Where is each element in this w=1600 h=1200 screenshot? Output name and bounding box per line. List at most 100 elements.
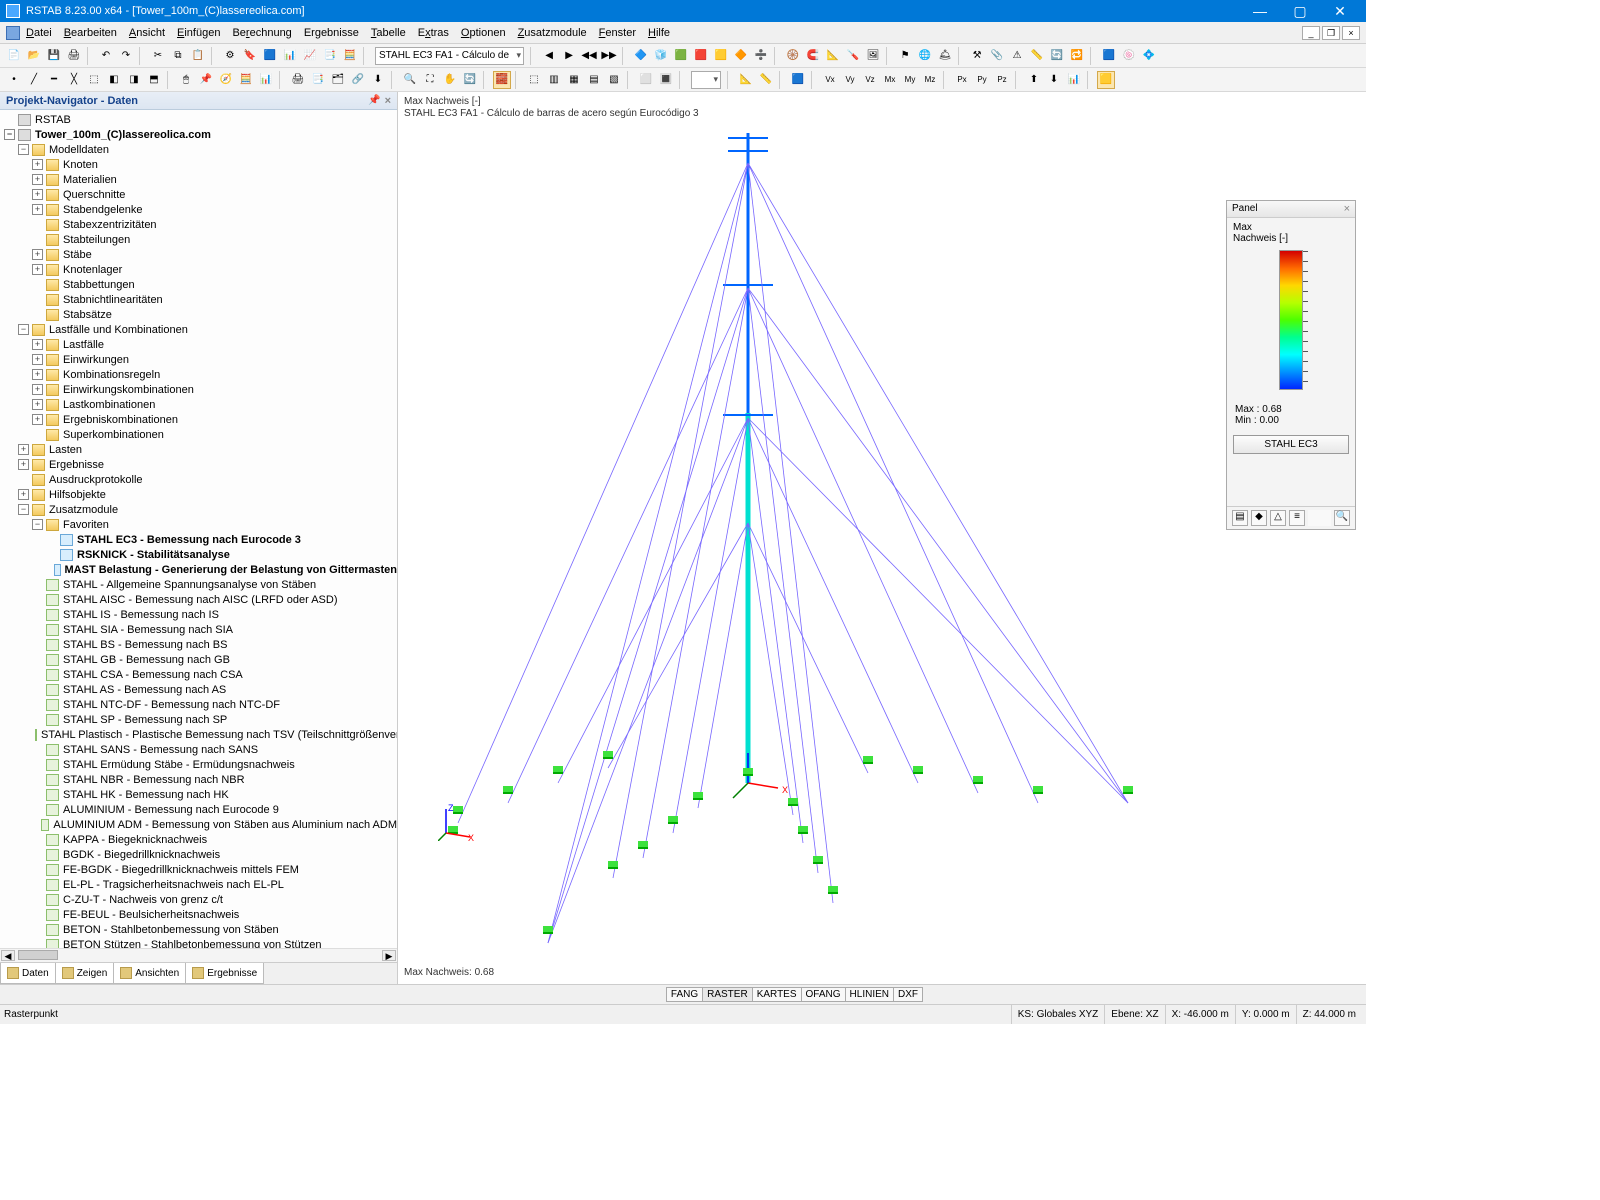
tree-item[interactable]: Stabbettungen — [4, 277, 397, 292]
tab-daten[interactable]: Daten — [0, 963, 56, 984]
tool-icon[interactable]: 🟦 — [789, 71, 807, 89]
tool-icon[interactable]: 🖱 — [177, 71, 195, 89]
tree-item[interactable]: KAPPA - Biegeknicknachweis — [4, 832, 397, 847]
tool-icon[interactable]: 📊 — [257, 71, 275, 89]
tree-item[interactable]: RSTAB — [4, 112, 397, 127]
rotate-icon[interactable]: 🔄 — [461, 71, 479, 89]
tool-icon[interactable]: 🟩 — [672, 47, 690, 65]
tree-item[interactable]: STAHL NBR - Bemessung nach NBR — [4, 772, 397, 787]
tool-icon[interactable]: 🌐 — [916, 47, 934, 65]
snap-fang[interactable]: FANG — [666, 987, 703, 1002]
tool-icon[interactable]: 🧭 — [217, 71, 235, 89]
tree-item[interactable]: +Querschnitte — [4, 187, 397, 202]
tool-icon[interactable]: Vy — [841, 71, 859, 89]
tree-item[interactable]: STAHL SIA - Bemessung nach SIA — [4, 622, 397, 637]
tree-item[interactable]: Stabteilungen — [4, 232, 397, 247]
tool-icon[interactable]: 🔗 — [349, 71, 367, 89]
mdi-minimize[interactable]: _ — [1302, 26, 1320, 40]
tree-item[interactable]: STAHL - Allgemeine Spannungsanalyse von … — [4, 577, 397, 592]
tool-icon[interactable]: 🟦 — [261, 47, 279, 65]
tree-item[interactable]: −Favoriten — [4, 517, 397, 532]
panel-tool-icon[interactable]: ◆ — [1251, 510, 1267, 526]
tree-item[interactable]: STAHL SANS - Bemessung nach SANS — [4, 742, 397, 757]
line-icon[interactable]: ╱ — [25, 71, 43, 89]
tree-item[interactable]: +Knotenlager — [4, 262, 397, 277]
paste-icon[interactable]: 📋 — [189, 47, 207, 65]
tree-item[interactable]: STAHL SP - Bemessung nach SP — [4, 712, 397, 727]
tool-icon[interactable]: 🟦 — [1100, 47, 1118, 65]
tree-item[interactable]: Stabnichtlinearitäten — [4, 292, 397, 307]
tool-icon[interactable]: 💠 — [1140, 47, 1158, 65]
tool-icon[interactable]: 📊 — [281, 47, 299, 65]
menu-zusatzmodule[interactable]: Zusatzmodule — [518, 27, 587, 39]
cut-icon[interactable]: ✂ — [149, 47, 167, 65]
menu-optionen[interactable]: Optionen — [461, 27, 506, 39]
panel-tool-icon[interactable]: ≡ — [1289, 510, 1305, 526]
tree-item[interactable]: −Modelldaten — [4, 142, 397, 157]
snap-ofang[interactable]: OFANG — [801, 987, 846, 1002]
tool-icon[interactable]: 🧊 — [652, 47, 670, 65]
panel-module-button[interactable]: STAHL EC3 — [1233, 435, 1349, 454]
tool-icon[interactable]: ▧ — [605, 71, 623, 89]
tool-icon[interactable]: Pz — [993, 71, 1011, 89]
pin-icon[interactable]: 📌 — [368, 95, 380, 106]
tool-icon[interactable]: 📌 — [197, 71, 215, 89]
tree-item[interactable]: STAHL AISC - Bemessung nach AISC (LRFD o… — [4, 592, 397, 607]
first-icon[interactable]: ◀◀ — [580, 47, 598, 65]
tool-icon[interactable]: 🟥 — [692, 47, 710, 65]
snap-raster[interactable]: RASTER — [702, 987, 753, 1002]
tree-item[interactable]: +Hilfsobjekte — [4, 487, 397, 502]
tool-icon[interactable]: ⚠ — [1008, 47, 1026, 65]
tool-icon[interactable]: ⬚ — [525, 71, 543, 89]
tree-item[interactable]: STAHL Plastisch - Plastische Bemessung n… — [4, 727, 397, 742]
tree-item[interactable]: +Einwirkungskombinationen — [4, 382, 397, 397]
tree-item[interactable]: +Kombinationsregeln — [4, 367, 397, 382]
last-icon[interactable]: ▶▶ — [600, 47, 618, 65]
tool-icon[interactable]: 📐 — [737, 71, 755, 89]
tab-zeigen[interactable]: Zeigen — [55, 963, 115, 984]
tab-ergebnisse[interactable]: Ergebnisse — [185, 963, 264, 984]
mdi-restore[interactable]: ❐ — [1322, 26, 1340, 40]
tree-item[interactable]: EL-PL - Tragsicherheitsnachweis nach EL-… — [4, 877, 397, 892]
tree-item[interactable]: +Einwirkungen — [4, 352, 397, 367]
tool-icon[interactable]: ⚑ — [896, 47, 914, 65]
panel-tool-icon[interactable]: ▤ — [1232, 510, 1248, 526]
tool-icon[interactable]: 📈 — [301, 47, 319, 65]
tree-item[interactable]: FE-BGDK - Biegedrillknicknachweis mittel… — [4, 862, 397, 877]
tool-icon[interactable]: 🧮 — [237, 71, 255, 89]
tool-icon[interactable]: 🔁 — [1068, 47, 1086, 65]
tree-item[interactable]: −Zusatzmodule — [4, 502, 397, 517]
tree-item[interactable]: +Stäbe — [4, 247, 397, 262]
minimize-button[interactable]: — — [1240, 3, 1280, 19]
small-combo[interactable] — [691, 71, 721, 89]
tool-icon[interactable]: 🛎 — [936, 47, 954, 65]
tool-icon[interactable]: 🟨 — [1097, 71, 1115, 89]
tree-item[interactable]: +Knoten — [4, 157, 397, 172]
navigator-tree[interactable]: RSTAB−Tower_100m_(C)lassereolica.com−Mod… — [0, 110, 397, 948]
tree-item[interactable]: STAHL EC3 - Bemessung nach Eurocode 3 — [4, 532, 397, 547]
tool-icon[interactable]: 🔄 — [1048, 47, 1066, 65]
panel-tool-icon[interactable]: △ — [1270, 510, 1286, 526]
tree-item[interactable]: STAHL AS - Bemessung nach AS — [4, 682, 397, 697]
tool-icon[interactable]: Vz — [861, 71, 879, 89]
snap-kartes[interactable]: KARTES — [752, 987, 802, 1002]
tree-item[interactable]: Stabexzentrizitäten — [4, 217, 397, 232]
tree-item[interactable]: STAHL HK - Bemessung nach HK — [4, 787, 397, 802]
mdi-close[interactable]: × — [1342, 26, 1360, 40]
copy-icon[interactable]: ⧉ — [169, 47, 187, 65]
tool-icon[interactable]: ⬆ — [1025, 71, 1043, 89]
tab-ansichten[interactable]: Ansichten — [113, 963, 186, 984]
menu-extras[interactable]: Extras — [418, 27, 449, 39]
tool-icon[interactable]: ⬚ — [85, 71, 103, 89]
tool-icon[interactable]: Mx — [881, 71, 899, 89]
print-icon[interactable]: 🖨 — [65, 47, 83, 65]
tree-item[interactable]: FE-BEUL - Beulsicherheitsnachweis — [4, 907, 397, 922]
tool-icon[interactable]: 🗂 — [329, 71, 347, 89]
tool-icon[interactable]: ╳ — [65, 71, 83, 89]
tree-item[interactable]: −Lastfälle und Kombinationen — [4, 322, 397, 337]
panel-header[interactable]: Panel× — [1227, 201, 1355, 218]
tree-item[interactable]: BETON Stützen - Stahlbetonbemessung von … — [4, 937, 397, 948]
panel-close-icon[interactable]: × — [1344, 203, 1350, 215]
tree-item[interactable]: BGDK - Biegedrillknicknachweis — [4, 847, 397, 862]
tree-item[interactable]: STAHL BS - Bemessung nach BS — [4, 637, 397, 652]
